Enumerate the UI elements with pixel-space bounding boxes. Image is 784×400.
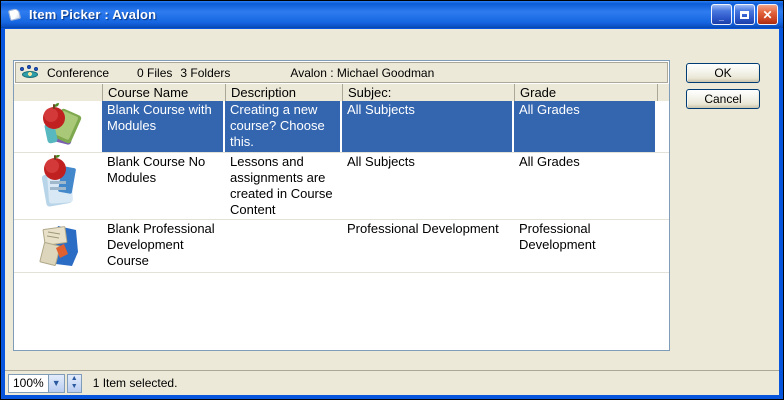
chevron-down-icon: ▼ bbox=[52, 378, 61, 388]
header-filler bbox=[657, 84, 669, 101]
context-label: Avalon : Michael Goodman bbox=[290, 66, 434, 80]
header-icon-column[interactable] bbox=[14, 84, 102, 101]
cell-description[interactable] bbox=[225, 220, 342, 272]
header-subject[interactable]: Subjec: bbox=[342, 84, 514, 101]
cell-grade[interactable]: Professional Development bbox=[514, 220, 657, 272]
window-icon bbox=[7, 8, 23, 22]
table-row[interactable]: Blank Course No Modules Lessons and assi… bbox=[14, 153, 669, 220]
item-list-panel: Conference 0 Files 3 Folders Avalon : Mi… bbox=[13, 60, 670, 351]
spin-up-icon: ▲ bbox=[71, 375, 78, 383]
professional-development-icon bbox=[14, 220, 102, 272]
dialog-body: Conference 0 Files 3 Folders Avalon : Mi… bbox=[5, 29, 779, 395]
course-no-modules-icon bbox=[14, 153, 102, 219]
zoom-spinner[interactable]: ▲ ▼ bbox=[67, 374, 82, 393]
table-row[interactable]: Blank Course with Modules Creating a new… bbox=[14, 101, 669, 153]
cancel-button[interactable]: Cancel bbox=[686, 89, 760, 109]
item-picker-dialog: Item Picker : Avalon _ ✕ Conference 0 Fi… bbox=[0, 0, 784, 400]
minimize-button[interactable]: _ bbox=[711, 4, 732, 25]
header-grade[interactable]: Grade bbox=[514, 84, 657, 101]
cell-grade[interactable]: All Grades bbox=[514, 153, 657, 219]
folders-count: 3 Folders bbox=[180, 66, 230, 80]
zoom-combobox[interactable]: 100% ▼ bbox=[8, 374, 65, 393]
cell-course-name[interactable]: Blank Professional Development Course bbox=[102, 220, 225, 272]
conference-icon bbox=[20, 65, 40, 80]
maximize-button[interactable] bbox=[734, 4, 755, 25]
zoom-value: 100% bbox=[9, 376, 48, 390]
maximize-icon bbox=[740, 11, 749, 19]
titlebar: Item Picker : Avalon _ ✕ bbox=[1, 1, 783, 28]
table-header: Course Name Description Subjec: Grade bbox=[14, 84, 669, 101]
minimize-icon: _ bbox=[719, 13, 724, 22]
close-icon: ✕ bbox=[762, 9, 772, 21]
conference-info-bar: Conference 0 Files 3 Folders Avalon : Mi… bbox=[15, 62, 668, 83]
close-button[interactable]: ✕ bbox=[757, 4, 778, 25]
cell-subject[interactable]: Professional Development bbox=[342, 220, 514, 272]
course-with-modules-icon bbox=[14, 101, 102, 152]
cell-course-name[interactable]: Blank Course with Modules bbox=[102, 101, 225, 152]
header-description[interactable]: Description bbox=[225, 84, 342, 101]
table-row[interactable]: Blank Professional Development Course Pr… bbox=[14, 220, 669, 273]
zoom-dropdown-button[interactable]: ▼ bbox=[48, 375, 64, 392]
spin-down-icon: ▼ bbox=[71, 383, 78, 391]
cell-course-name[interactable]: Blank Course No Modules bbox=[102, 153, 225, 219]
selection-status: 1 Item selected. bbox=[93, 376, 178, 390]
cell-grade[interactable]: All Grades bbox=[514, 101, 657, 152]
cell-description[interactable]: Creating a new course? Choose this. bbox=[225, 101, 342, 152]
cell-description[interactable]: Lessons and assignments are created in C… bbox=[225, 153, 342, 219]
window-title: Item Picker : Avalon bbox=[29, 7, 711, 22]
item-type-label: Conference bbox=[47, 66, 109, 80]
cell-subject[interactable]: All Subjects bbox=[342, 153, 514, 219]
header-course-name[interactable]: Course Name bbox=[102, 84, 225, 101]
statusbar: 100% ▼ ▲ ▼ 1 Item selected. bbox=[5, 370, 779, 395]
files-count: 0 Files bbox=[137, 66, 172, 80]
cell-subject[interactable]: All Subjects bbox=[342, 101, 514, 152]
ok-button[interactable]: OK bbox=[686, 63, 760, 83]
